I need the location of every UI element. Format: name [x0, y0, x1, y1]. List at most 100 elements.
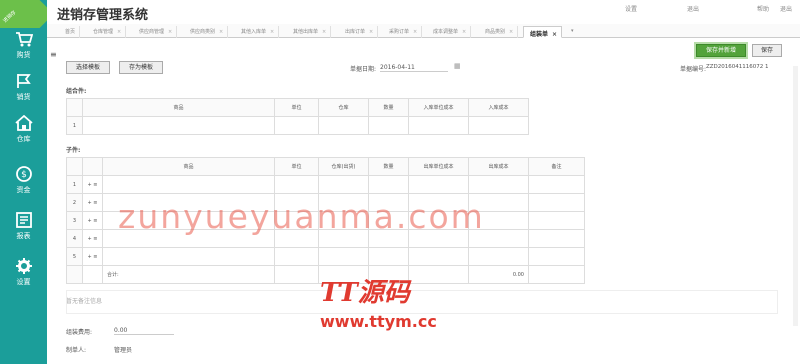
close-icon[interactable]: ×	[462, 29, 466, 35]
row-number: 1	[66, 116, 83, 135]
svg-text:$: $	[21, 170, 27, 180]
sidebar-item-label: 报表	[16, 232, 31, 240]
chevron-down-icon[interactable]: ▾	[565, 26, 578, 38]
sidebar-item-label: 销货	[16, 93, 31, 101]
col-header: 出库成本	[468, 157, 529, 176]
col-header: 入库成本	[468, 98, 529, 117]
row-number: 2	[66, 193, 83, 212]
tab-warehouse-mgmt[interactable]: 仓库管理 ×	[87, 26, 127, 38]
save-template-button[interactable]: 存为模板	[119, 61, 163, 74]
parent-section-label: 组合件:	[66, 88, 87, 95]
tab-cost-adjust[interactable]: 成本调整单 ×	[427, 26, 472, 38]
sidebar-item-funds[interactable]: $ 资金	[0, 166, 47, 206]
tab-product-category[interactable]: 商品类别 ×	[479, 26, 519, 38]
tab-bar: 首页 仓库管理 × 供应商管理 × 供应商类别 × 其他入库单 × 其他出库单 × 出库订…	[47, 24, 800, 38]
col-header: 数量	[368, 98, 409, 117]
sidebar-item-reports[interactable]: 报表	[0, 212, 47, 252]
top-link-exit[interactable]: 退出	[780, 4, 792, 13]
col-header: 仓库(出货)	[318, 157, 369, 176]
top-bar: 进销存管理系统 设置 退出 帮助 退出	[47, 0, 800, 24]
calendar-icon[interactable]: ▦	[454, 62, 461, 70]
save-and-new-button[interactable]: 保存并新增	[696, 44, 746, 57]
bill-number-label: 单据编号:	[680, 66, 707, 73]
col-header: 单位	[274, 157, 319, 176]
maker-label: 制单人:	[66, 347, 87, 354]
coin-icon: $	[15, 166, 32, 182]
tab-outbound-order[interactable]: 出库订单 ×	[339, 26, 379, 38]
tab-supplier-category[interactable]: 供应商类别 ×	[184, 26, 229, 38]
tab-home[interactable]: 首页	[59, 26, 81, 38]
tab-purchase-order[interactable]: 采购订单 ×	[383, 26, 423, 38]
col-header: 入库单位成本	[408, 98, 469, 117]
flag-icon	[16, 74, 31, 88]
close-icon[interactable]: ×	[270, 29, 274, 35]
product-cell[interactable]	[82, 116, 275, 135]
cost-cell[interactable]	[468, 116, 529, 135]
close-icon[interactable]: ×	[322, 29, 326, 35]
unit-cell[interactable]	[274, 116, 319, 135]
table-row: 1	[66, 116, 778, 135]
date-field[interactable]: 2016-04-11	[380, 64, 448, 72]
total-label: 合计:	[102, 265, 275, 284]
row-ops[interactable]: + ≡	[82, 175, 103, 194]
sidebar-item-purchase[interactable]: 购货	[0, 31, 47, 71]
row-ops[interactable]: + ≡	[82, 211, 103, 230]
col-header: 商品	[102, 157, 275, 176]
child-section-label: 子件:	[66, 147, 81, 154]
row-number: 4	[66, 229, 83, 248]
col-header: 仓库	[318, 98, 369, 117]
close-icon[interactable]: ×	[413, 29, 417, 35]
total-row: 合计: 0.00	[66, 265, 778, 284]
gear-icon	[15, 258, 32, 274]
tab-other-outbound[interactable]: 其他出库单 ×	[287, 26, 332, 38]
col-header: 商品	[82, 98, 275, 117]
col-header: 出库单位成本	[408, 157, 469, 176]
table-row: 1 + ≡	[66, 175, 778, 194]
sidebar-item-label: 购货	[16, 51, 31, 59]
close-icon[interactable]: ×	[117, 29, 121, 35]
fee-input[interactable]: 0.00	[114, 327, 174, 335]
tab-assembly-order[interactable]: 组装单 ×	[523, 26, 563, 38]
top-link-help[interactable]: 帮助	[757, 4, 769, 13]
sidebar-item-label: 资金	[16, 186, 31, 194]
close-icon[interactable]: ×	[552, 31, 557, 38]
unit-cost-cell[interactable]	[408, 116, 469, 135]
col-header: 单位	[274, 98, 319, 117]
row-number: 1	[66, 175, 83, 194]
brand-badge: 进销存	[0, 0, 47, 28]
warehouse-cell[interactable]	[318, 116, 369, 135]
watermark-logo: TT源码	[320, 278, 410, 308]
row-ops[interactable]: + ≡	[82, 229, 103, 248]
cart-icon	[15, 32, 33, 47]
close-icon[interactable]: ×	[168, 29, 172, 35]
vertical-scrollbar[interactable]	[793, 66, 798, 326]
total-value: 0.00	[468, 265, 529, 284]
save-button[interactable]: 保存	[752, 44, 782, 57]
sidebar-item-sales[interactable]: 销货	[0, 73, 47, 113]
top-link-logout[interactable]: 退出	[687, 4, 699, 13]
sidebar-item-warehouse[interactable]: 仓库	[0, 115, 47, 155]
date-label: 单据日期:	[350, 66, 377, 73]
parent-item-table: 商品 单位 仓库 数量 入库单位成本 入库成本 1	[66, 98, 778, 135]
row-ops[interactable]: + ≡	[82, 193, 103, 212]
fee-label: 组装费用:	[66, 329, 93, 336]
watermark-domain: zunyueyuanma.com	[118, 197, 485, 236]
menu-icon[interactable]: ≡	[50, 50, 57, 59]
close-icon[interactable]: ×	[509, 29, 513, 35]
close-icon[interactable]: ×	[369, 29, 373, 35]
sidebar-item-label: 仓库	[16, 135, 31, 143]
quantity-cell[interactable]	[368, 116, 409, 135]
tab-supplier-mgmt[interactable]: 供应商管理 ×	[133, 26, 178, 38]
sidebar: 进销存 购货 销货 仓库 $ 资金 报表 设置	[0, 0, 47, 364]
memo-box[interactable]	[66, 290, 778, 314]
warehouse-icon	[14, 115, 33, 131]
sidebar-item-settings[interactable]: 设置	[0, 258, 47, 298]
row-ops[interactable]: + ≡	[82, 247, 103, 266]
select-template-button[interactable]: 选择模板	[66, 61, 110, 74]
row-number: 3	[66, 211, 83, 230]
close-icon[interactable]: ×	[219, 29, 223, 35]
tab-other-inbound[interactable]: 其他入库单 ×	[235, 26, 280, 38]
top-link-settings[interactable]: 设置	[625, 4, 637, 13]
report-icon	[15, 212, 32, 228]
col-header: 备注	[528, 157, 585, 176]
